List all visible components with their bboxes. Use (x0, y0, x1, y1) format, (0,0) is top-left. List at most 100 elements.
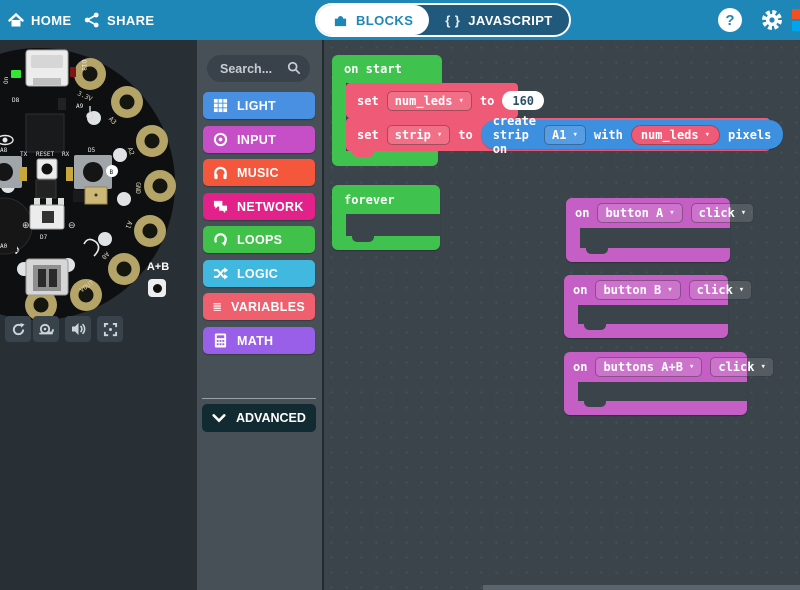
board-button-a[interactable] (0, 156, 22, 188)
board-battery-connector (26, 259, 68, 295)
ab-button[interactable] (148, 279, 166, 297)
help-button[interactable]: ? (718, 8, 742, 32)
action-value: click (697, 283, 733, 297)
sim-mute-button[interactable] (65, 316, 91, 342)
board-button-b[interactable]: B (74, 155, 118, 189)
on-button-a-click-block[interactable]: on button A click (566, 198, 730, 262)
pad-label-gnd: GND (134, 182, 142, 194)
action-dropdown[interactable]: click (691, 203, 755, 223)
category-light[interactable]: LIGHT (203, 92, 315, 119)
top-bar: HOME SHARE BLOCKS JAVASCRIPT ? (0, 0, 800, 40)
create-strip-block[interactable]: create strip on A1 with num_leds pixels (481, 120, 784, 149)
music-note-icon: ♪ (14, 242, 21, 257)
category-advanced[interactable]: ADVANCED (202, 404, 316, 432)
block-notch (584, 401, 606, 407)
on-start-footer (332, 151, 438, 166)
on-start-spine (332, 83, 346, 151)
share-button[interactable]: SHARE (84, 0, 155, 40)
board-label-reset: RESET (36, 151, 54, 158)
search-input[interactable] (207, 55, 310, 82)
tab-blocks[interactable]: BLOCKS (317, 5, 429, 35)
board-label-b: B (110, 169, 114, 176)
board-label-on: On (3, 76, 10, 84)
board-label-rx: RX (62, 151, 70, 158)
gear-icon (760, 8, 784, 32)
pin-dropdown[interactable]: A1 (544, 125, 586, 145)
number-input[interactable]: 160 (502, 91, 544, 110)
tab-javascript[interactable]: JAVASCRIPT (429, 5, 568, 35)
board-slide-switch[interactable] (30, 198, 64, 229)
on-keyword: on (573, 360, 587, 374)
category-label: LOOPS (237, 233, 282, 247)
variable-dropdown[interactable]: num_leds (387, 91, 472, 111)
block-notch (352, 236, 374, 242)
board-label-a8: A8 (0, 147, 8, 154)
category-loops[interactable]: LOOPS (203, 226, 315, 253)
action-dropdown[interactable]: click (689, 280, 753, 300)
sim-fullscreen-button[interactable] (97, 316, 123, 342)
on-keyword: on (575, 206, 589, 220)
shuffle-icon (213, 266, 228, 281)
target-icon (213, 132, 228, 147)
action-value: click (718, 360, 754, 374)
forever-label: forever (344, 193, 395, 207)
on-button-b-click-block[interactable]: on button B click (564, 275, 728, 338)
category-variables[interactable]: VARIABLES (203, 293, 315, 320)
microsoft-logo-square-red (792, 9, 800, 19)
action-value: click (699, 206, 735, 220)
restart-icon (11, 322, 26, 337)
share-label: SHARE (107, 13, 155, 28)
toolbox-divider (202, 398, 316, 399)
category-label: LOGIC (237, 267, 278, 281)
board-label-d8: D8 (12, 97, 20, 104)
grid-icon (213, 98, 228, 113)
to-keyword: to (458, 128, 472, 142)
category-network[interactable]: NETWORK (203, 193, 315, 220)
headphones-icon (213, 165, 228, 180)
variable-name: strip (395, 128, 431, 142)
category-logic[interactable]: LOGIC (203, 260, 315, 287)
board-label-d13: D13 (80, 60, 87, 71)
puzzle-icon (333, 13, 348, 28)
button-dropdown[interactable]: button B (595, 280, 680, 300)
action-dropdown[interactable]: click (710, 357, 774, 377)
sim-slowmo-button[interactable] (33, 316, 59, 342)
category-label: INPUT (237, 133, 276, 147)
blocks-workspace[interactable]: on start set num_leds to 160 set strip t… (324, 40, 800, 590)
variable-dropdown[interactable]: strip (387, 125, 451, 145)
svg-text:⊖: ⊖ (68, 220, 76, 230)
toolbox: LIGHT INPUT MUSIC NETWORK LOOPS (197, 40, 322, 590)
category-label: MATH (237, 334, 273, 348)
category-math[interactable]: MATH (203, 327, 315, 354)
on-buttons-ab-click-block[interactable]: on buttons A+B click (564, 352, 747, 415)
set-keyword: set (357, 128, 379, 142)
board-label-d5: D5 (88, 147, 96, 154)
block-notch (352, 151, 374, 157)
block-notch (586, 248, 608, 254)
ab-button-label: A+B (143, 261, 173, 273)
board-label-a0: A0 (0, 243, 8, 250)
board-reset-button[interactable] (37, 159, 57, 179)
horizontal-scrollbar[interactable] (483, 585, 800, 590)
advanced-label: ADVANCED (236, 411, 306, 425)
home-button[interactable]: HOME (8, 0, 72, 40)
category-input[interactable]: INPUT (203, 126, 315, 153)
on-start-header[interactable]: on start (332, 55, 442, 83)
settings-button[interactable] (760, 8, 784, 32)
create-strip-text: create strip on (493, 114, 536, 156)
set-strip-block[interactable]: set strip to create strip on A1 with num… (346, 118, 770, 151)
category-music[interactable]: MUSIC (203, 159, 315, 186)
forever-block[interactable]: forever (332, 185, 440, 250)
variable-name: num_leds (641, 128, 699, 142)
button-dropdown[interactable]: buttons A+B (595, 357, 702, 377)
block-cavity (578, 382, 747, 401)
button-dropdown[interactable]: button A (597, 203, 682, 223)
board-label-d7: D7 (40, 234, 48, 241)
num-leds-variable-pill[interactable]: num_leds (631, 125, 720, 145)
block-cavity (578, 305, 728, 324)
javascript-label: JAVASCRIPT (468, 13, 552, 28)
board-label-a9: A9 (76, 103, 84, 110)
to-keyword: to (480, 94, 494, 108)
fullscreen-icon (103, 322, 118, 337)
sim-restart-button[interactable] (5, 316, 31, 342)
